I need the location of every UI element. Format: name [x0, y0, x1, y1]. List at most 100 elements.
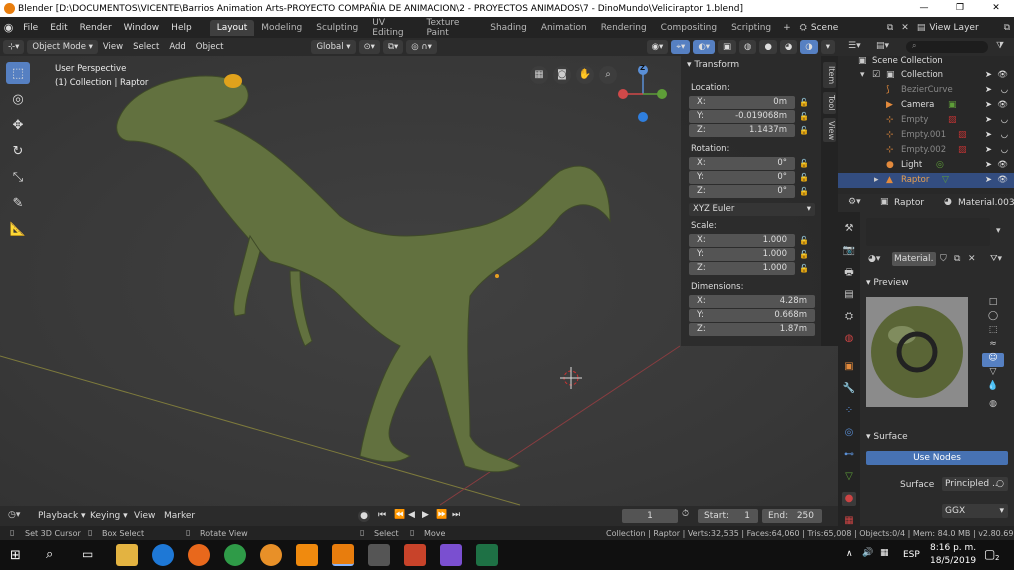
expand-icon[interactable]: ▸	[874, 175, 884, 185]
lock-icon[interactable]: 🔓	[799, 98, 809, 108]
eye-icon[interactable]: ◡	[1001, 113, 1008, 128]
excel-icon[interactable]	[476, 544, 498, 566]
tab-sculpting[interactable]: Sculpting	[309, 20, 365, 36]
outliner-row-raptor[interactable]: ▸ ▲ Raptor ▽ ➤ 👁	[838, 173, 1014, 188]
lock-icon[interactable]: 🔓	[799, 173, 809, 183]
menu-file[interactable]: File	[17, 23, 44, 33]
checkbox-icon[interactable]: ☑	[872, 70, 882, 80]
material-browse-icon[interactable]: ◕▾	[868, 254, 880, 264]
maximize-button[interactable]: ❐	[942, 0, 978, 17]
cursor-tool-icon[interactable]: ◎	[6, 88, 30, 110]
tab-texture-paint[interactable]: Texture Paint	[420, 15, 484, 41]
mode-dropdown[interactable]: Object Mode ▾	[27, 40, 98, 54]
scene-icon[interactable]: ⛭	[796, 23, 811, 33]
tool-tab-icon[interactable]: ⚒	[842, 222, 856, 236]
lock-icon[interactable]: 🔓	[799, 187, 809, 197]
minimize-button[interactable]: —	[906, 0, 942, 17]
preview-flat-icon[interactable]: □	[982, 297, 1004, 311]
preview-monkey-icon[interactable]: ☺	[982, 353, 1004, 367]
physics-tab-icon[interactable]: ◎	[842, 426, 856, 440]
modifier-tab-icon[interactable]: 🔧	[842, 382, 856, 396]
volume-icon[interactable]: 🔊	[862, 548, 873, 558]
play-reverse-icon[interactable]: ◀	[408, 510, 415, 520]
fake-user-icon[interactable]: ⛉	[940, 254, 947, 264]
outliner-row-beziercurve[interactable]: ⟆ BezierCurve ➤ ◡	[838, 83, 1014, 98]
tab-layout[interactable]: Layout	[209, 19, 255, 36]
photos-icon[interactable]	[368, 544, 390, 566]
tab-item[interactable]: Item	[823, 62, 836, 88]
lock-icon[interactable]: 🔓	[799, 264, 809, 274]
expand-icon[interactable]: ▾	[860, 70, 870, 80]
material-tab-icon[interactable]: ●	[842, 492, 856, 506]
blender-taskbar-icon[interactable]	[332, 544, 354, 566]
preview-world-icon[interactable]: ◍	[982, 399, 1004, 415]
camera-icon[interactable]: ◙	[553, 66, 571, 84]
lock-icon[interactable]: 🔓	[799, 159, 809, 169]
menu-add[interactable]: Add	[164, 38, 190, 56]
scene-tab-icon[interactable]: ⛭	[842, 310, 856, 324]
scale-x-field[interactable]: X: 1.000	[689, 234, 795, 247]
play-icon[interactable]: ▶	[422, 510, 429, 520]
particles-tab-icon[interactable]: ⁘	[842, 404, 856, 418]
view-layer-tab-icon[interactable]: ▤	[842, 288, 856, 302]
jump-start-icon[interactable]: ⏮	[378, 510, 386, 520]
timeline-editor-icon[interactable]: ◷▾	[8, 510, 20, 520]
shading-options-icon[interactable]: ▾	[820, 40, 835, 54]
blender-menu-icon[interactable]: ◉	[0, 21, 17, 34]
scale-y-field[interactable]: Y: 1.000	[689, 248, 795, 261]
start-frame-field[interactable]: Start: 1	[698, 509, 758, 523]
surface-header[interactable]: ▾ Surface	[866, 432, 908, 442]
material-link-icon[interactable]: ⛛▾	[990, 254, 1002, 264]
outliner-row-scene-collection[interactable]: ▣ Scene Collection	[838, 54, 1014, 69]
shading-material-icon[interactable]: ◕	[779, 40, 798, 54]
menu-select[interactable]: Select	[128, 38, 164, 56]
lock-icon[interactable]: 🔓	[799, 112, 809, 122]
tab-modeling[interactable]: Modeling	[254, 20, 309, 36]
filter-icon[interactable]: ⧩	[996, 41, 1004, 51]
camera-view-icon[interactable]: ▦	[530, 66, 548, 84]
select-arrow-icon[interactable]: ➤	[985, 98, 992, 113]
dimensions-y-field[interactable]: Y: 0.668m	[689, 309, 815, 322]
chrome-icon[interactable]	[224, 544, 246, 566]
dimensions-z-field[interactable]: Z: 1.87m	[689, 323, 815, 336]
zoom-icon[interactable]: ⌕	[599, 66, 617, 84]
display-mode-icon[interactable]: ▤▾	[876, 41, 889, 51]
stopwatch-icon[interactable]: ⏱	[682, 509, 689, 519]
preview-fluid-icon[interactable]: 💧	[982, 381, 1004, 395]
tab-view[interactable]: View	[823, 118, 836, 142]
tab-rendering[interactable]: Rendering	[594, 20, 654, 36]
constraints-tab-icon[interactable]: ⊷	[842, 448, 856, 462]
eye-icon[interactable]: 👁	[997, 68, 1008, 83]
preview-hair-icon[interactable]: ≈	[982, 339, 1004, 353]
pan-hand-icon[interactable]: ✋	[576, 66, 594, 84]
menu-marker[interactable]: Marker	[164, 511, 195, 521]
menu-window[interactable]: Window	[118, 23, 166, 33]
preview-cube-icon[interactable]: ⬚	[982, 325, 1004, 339]
material-name-field[interactable]: Material.	[892, 252, 936, 266]
task-view-icon[interactable]: ▭	[82, 547, 93, 561]
view-layer-copy-icon[interactable]: ⧉	[1000, 23, 1014, 33]
view-layer-name[interactable]: View Layer	[929, 23, 999, 33]
add-workspace-icon[interactable]: +	[778, 23, 796, 33]
distribution-dropdown[interactable]: GGX ▾	[942, 504, 1008, 518]
outliner-row-collection[interactable]: ▾ ☑ ▣ Collection ➤ 👁	[838, 68, 1014, 83]
outliner-row-light[interactable]: ● Light ◎ ➤ 👁	[838, 158, 1014, 173]
orientation-dropdown[interactable]: Global ▾	[311, 40, 356, 54]
scale-tool-icon[interactable]: ⤡	[6, 166, 30, 188]
visibility-icon[interactable]: ◉▾	[646, 40, 669, 54]
object-tab-icon[interactable]: ▣	[842, 360, 856, 374]
rotation-x-field[interactable]: X: 0°	[689, 157, 795, 170]
menu-object[interactable]: Object	[191, 38, 229, 56]
xray-icon[interactable]: ▣	[718, 40, 737, 54]
tab-scripting[interactable]: Scripting	[724, 20, 778, 36]
menu-playback[interactable]: Playback ▾	[38, 511, 86, 521]
gizmo-toggle-icon[interactable]: ⌖▾	[671, 40, 691, 54]
preview-header[interactable]: ▾ Preview	[866, 278, 908, 288]
current-frame-field[interactable]: 1	[622, 509, 678, 523]
vlc-icon[interactable]	[296, 544, 318, 566]
outliner-editor-icon[interactable]: ☰▾	[848, 41, 861, 51]
eye-icon[interactable]: 👁	[997, 173, 1008, 188]
view-layer-icon[interactable]: ▤	[913, 23, 930, 33]
scale-z-field[interactable]: Z: 1.000	[689, 262, 795, 275]
scene-copy-icon[interactable]: ⧉	[883, 23, 897, 33]
